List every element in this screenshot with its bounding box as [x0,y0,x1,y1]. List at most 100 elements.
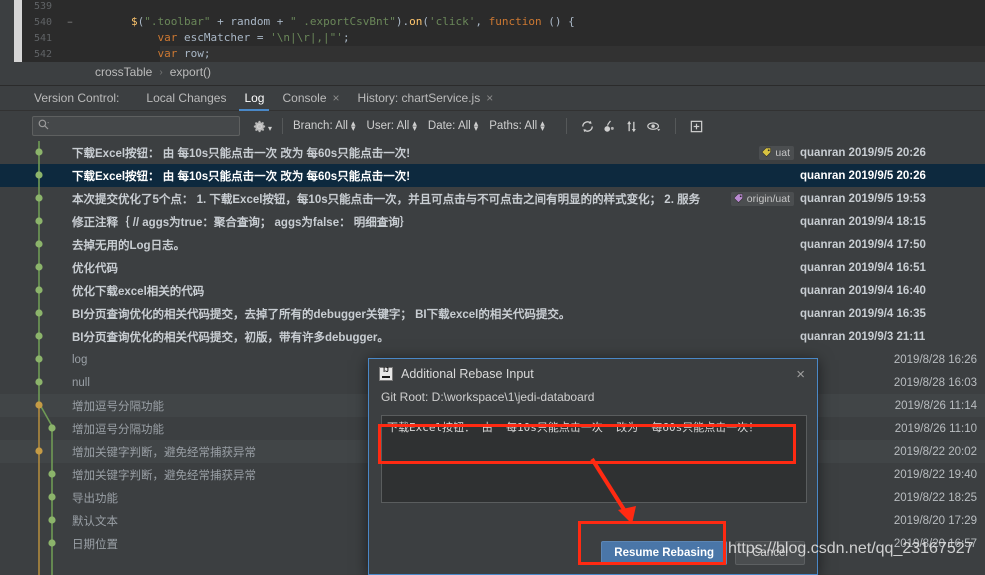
fold-icon[interactable]: − [62,15,78,31]
log-filter-toolbar: ▾ Branch: All ▴ ▾ User: All ▴ ▾ Date: All ▴ ▾ Pat… [0,111,985,141]
commit-row[interactable]: 本次提交优化了5个点： 1. 下载Excel按钮，每10s只能点击一次，并且可点… [0,187,985,210]
commit-graph-cell [0,440,68,463]
filter-paths[interactable]: Paths: All ▴ ▾ [489,118,545,133]
tab-history-chartservice-js[interactable]: History: chartService.js × [349,86,503,111]
commit-graph-cell [0,187,68,210]
breadcrumb-method[interactable]: export() [170,65,211,79]
eye-icon [646,121,660,131]
filter-date[interactable]: Date: All ▴ ▾ [427,118,479,133]
commit-graph-cell [0,325,68,348]
code-token: row; [177,47,211,60]
commit-row[interactable]: 下载Excel按钮： 由 每10s只能点击一次 改为 每60s只能点击一次! qu… [0,164,985,187]
line-number: 542 [33,49,52,60]
commit-row[interactable]: 去掉无用的Log日志。 quanran 2019/9/4 17:50 [0,233,985,256]
filter-label: Branch: All [293,120,348,132]
tab-console[interactable]: Console × [273,86,348,111]
commit-row[interactable]: BI分页查询优化的相关代码提交，初版，带有许多debugger。 quanran … [0,325,985,348]
line-number: 541 [33,33,52,44]
cancel-button[interactable]: Cancel [735,541,805,565]
commit-row[interactable]: 优化代码 quanran 2019/9/4 16:51 [0,256,985,279]
commit-author-date: quanran 2019/9/5 19:53 [800,192,926,205]
code-token: ".toolbar" [144,15,211,28]
search-input[interactable] [49,120,234,132]
commit-graph-cell [0,256,68,279]
code-token: $ [130,15,138,28]
commit-author-date: quanran 2019/9/4 16:51 [800,261,926,274]
line-number: 540 [33,17,52,28]
filter-label: Date: All [427,120,471,132]
close-icon[interactable]: × [792,367,809,382]
breadcrumb: crossTable › export() [0,62,985,86]
commit-author-date: 2019/8/22 18:25 [893,491,977,504]
code-token: escMatcher = [177,31,271,44]
commit-author-date: quanran 2019/9/5 20:26 [800,146,926,159]
commit-subject: BI分页查询优化的相关代码提交，初版，带有许多debugger。 [72,331,389,344]
show-details-button[interactable] [643,115,665,137]
code-line: 539 [22,0,985,14]
code-token: ; [342,31,350,44]
commit-subject: 去掉无用的Log日志。 [72,239,186,252]
code-token: ). [395,15,410,28]
spinner-caret-icon: ▴ ▾ [540,118,545,133]
branch-badge[interactable]: origin/uat [730,191,794,206]
refresh-button[interactable] [577,115,599,137]
commit-graph-cell [0,348,68,371]
code-editor[interactable]: 539 540− $(".toolbar" + random + " .expor… [0,0,985,62]
code-token: function [488,15,542,28]
code-token: + random + [210,15,290,28]
filter-user[interactable]: User: All ▴ ▾ [367,119,417,133]
branch-tag-icon [733,193,743,204]
ref-label: origin/uat [746,192,790,205]
search-box[interactable] [32,116,240,136]
intellij-idea-icon [379,367,393,381]
commit-graph-cell [0,210,68,233]
dialog-title: Additional Rebase Input [401,367,534,381]
tab-close-icon[interactable]: × [333,92,340,104]
spinner-caret-icon: ▴ ▾ [473,118,479,133]
tag-badge[interactable]: uat [759,145,794,160]
tab-local-changes[interactable]: Local Changes [137,86,235,111]
code-token: 'click' [429,15,476,28]
tag-icon [761,147,772,158]
cherry-pick-icon [604,120,615,132]
commit-subject: BI分页查询优化的相关代码提交，去掉了所有的debugger关键字； BI下载e… [72,308,571,321]
tool-window-label: Version Control: [34,91,120,105]
commit-author-date: quanran 2019/9/4 17:50 [800,238,926,251]
breadcrumb-class[interactable]: crossTable [95,65,152,79]
version-control-tabs: Version Control: Local Changes Log Console… [0,86,985,111]
commit-author-date: 2019/8/22 20:02 [893,445,977,458]
tab-close-icon[interactable]: × [486,92,493,104]
commit-message-input[interactable] [381,415,807,503]
commit-graph-cell [0,233,68,256]
cherry-pick-button[interactable] [599,115,621,137]
commit-graph-cell [0,164,68,187]
filter-branch[interactable]: Branch: All ▴ ▾ [293,119,356,133]
commit-subject: 下载Excel按钮： 由 每10s只能点击一次 改为 每60s只能点击一次! [72,170,411,183]
commit-row[interactable]: 修正注释｛ // aggs为true：聚合查询； aggs为false： 明细查… [0,210,985,233]
commit-row[interactable]: 下载Excel按钮： 由 每10s只能点击一次 改为 每60s只能点击一次! ua… [0,141,985,164]
settings-button[interactable]: ▾ [252,119,272,134]
commit-author-date: quanran 2019/9/4 16:40 [800,284,926,297]
add-tab-button[interactable] [686,115,708,137]
code-line: 541 var escMatcher = '\n|\r|,|"'; [22,30,985,46]
commit-author-date: 2019/8/20 16:57 [893,537,977,550]
code-token: , [475,15,489,28]
commit-author-date: 2019/8/22 19:40 [893,468,977,481]
commit-graph-cell [0,486,68,509]
commit-graph-cell [0,463,68,486]
commit-row[interactable]: 优化下载excel相关的代码 quanran 2019/9/4 16:40 [0,279,985,302]
tab-log[interactable]: Log [235,86,273,111]
commit-row[interactable]: BI分页查询优化的相关代码提交，去掉了所有的debugger关键字； BI下载e… [0,302,985,325]
resume-rebasing-button[interactable]: Resume Rebasing [601,541,727,565]
sort-button[interactable] [621,115,643,137]
commit-author-date: 2019/8/26 11:10 [894,422,977,435]
commit-author-date: 2019/8/28 16:26 [893,353,977,366]
breadcrumb-separator-icon: › [159,66,163,78]
toolbar-divider-2 [565,118,567,134]
commit-graph-cell [0,417,68,440]
tab-label: Local Changes [146,90,227,105]
sort-icon [627,120,637,132]
